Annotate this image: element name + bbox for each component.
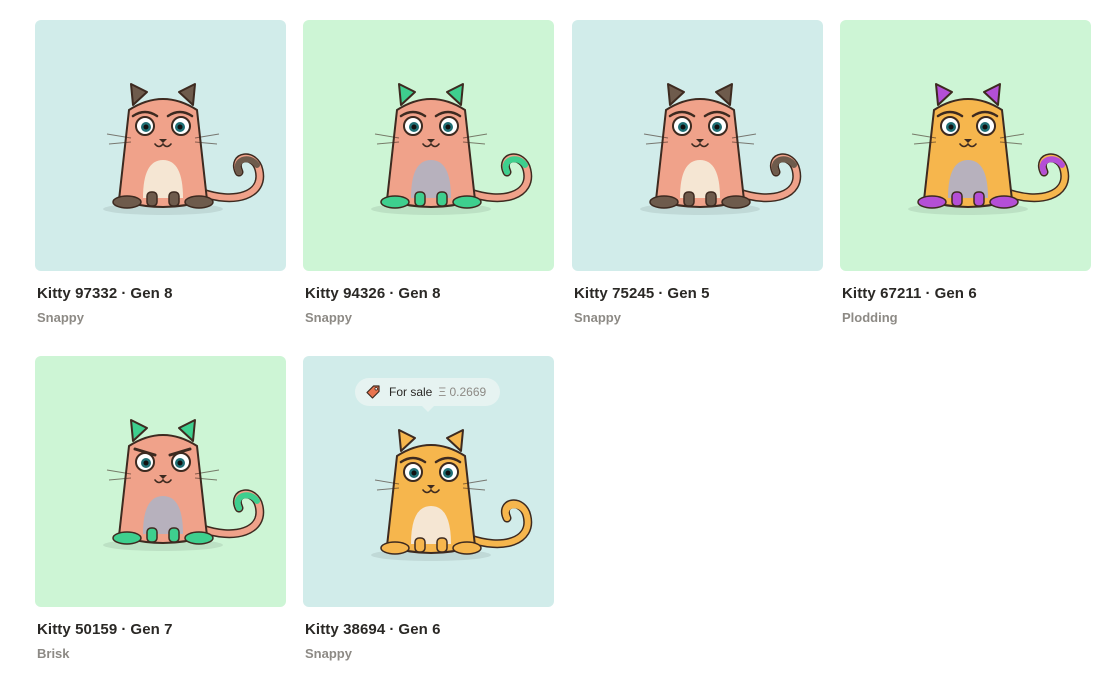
kitty-illustration bbox=[371, 83, 533, 215]
kitty-name: Kitty 38694 bbox=[305, 621, 386, 638]
kitty-title[interactable]: Kitty 50159 · Gen 7 bbox=[35, 621, 286, 639]
kitty-title[interactable]: Kitty 38694 · Gen 6 bbox=[303, 621, 554, 639]
kitty-cooldown: Snappy bbox=[305, 646, 352, 661]
kitty-image[interactable] bbox=[35, 20, 286, 271]
kitty-card[interactable]: Kitty 50159 · Gen 7 Brisk bbox=[35, 356, 286, 662]
kitty-title[interactable]: Kitty 67211 · Gen 6 bbox=[840, 285, 1091, 303]
title-separator: · bbox=[121, 621, 127, 638]
kitty-generation: Gen 5 bbox=[667, 285, 710, 302]
kitty-card[interactable]: Kitty 75245 · Gen 5 Snappy bbox=[572, 20, 823, 326]
kitty-image[interactable] bbox=[840, 20, 1091, 271]
kitty-generation: Gen 6 bbox=[934, 285, 977, 302]
kitty-cooldown: Brisk bbox=[37, 646, 70, 661]
kitty-card[interactable]: Kitty 94326 · Gen 8 Snappy bbox=[303, 20, 554, 326]
title-separator: · bbox=[389, 285, 395, 302]
kitty-generation: Gen 8 bbox=[398, 285, 441, 302]
kitty-illustration bbox=[640, 83, 802, 215]
kitty-cooldown: Plodding bbox=[842, 310, 898, 325]
kitty-cooldown: Snappy bbox=[37, 310, 84, 325]
kitty-card[interactable]: Kitty 97332 · Gen 8 Snappy bbox=[35, 20, 286, 326]
kitty-image[interactable] bbox=[303, 20, 554, 271]
kitty-image[interactable] bbox=[35, 356, 286, 607]
kitty-illustration bbox=[103, 419, 265, 551]
kitty-card[interactable]: Kitty 67211 · Gen 6 Plodding bbox=[840, 20, 1091, 326]
kitty-illustration bbox=[908, 83, 1070, 215]
sale-price: Ξ 0.2669 bbox=[438, 385, 487, 399]
title-separator: · bbox=[389, 621, 395, 638]
kitty-gallery: Kitty 97332 · Gen 8 Snappy Kitty 94326 · Gen… bbox=[0, 0, 1114, 682]
kitty-generation: Gen 6 bbox=[398, 621, 441, 638]
title-separator: · bbox=[658, 285, 664, 302]
kitty-title[interactable]: Kitty 97332 · Gen 8 bbox=[35, 285, 286, 303]
title-separator: · bbox=[121, 285, 127, 302]
for-sale-label: For sale bbox=[389, 385, 433, 399]
kitty-illustration bbox=[103, 83, 265, 215]
price-tag-icon bbox=[366, 385, 380, 399]
kitty-cooldown: Snappy bbox=[305, 310, 352, 325]
for-sale-badge[interactable]: For sale Ξ 0.2669 bbox=[355, 378, 501, 412]
kitty-generation: Gen 8 bbox=[130, 285, 173, 302]
kitty-title[interactable]: Kitty 94326 · Gen 8 bbox=[303, 285, 554, 303]
kitty-name: Kitty 75245 bbox=[574, 285, 655, 302]
kitty-name: Kitty 97332 bbox=[37, 285, 118, 302]
kitty-image[interactable] bbox=[572, 20, 823, 271]
kitty-name: Kitty 50159 bbox=[37, 621, 118, 638]
kitty-name: Kitty 94326 bbox=[305, 285, 386, 302]
kitty-generation: Gen 7 bbox=[130, 621, 173, 638]
kitty-image[interactable]: For sale Ξ 0.2669 bbox=[303, 356, 554, 607]
kitty-card[interactable]: For sale Ξ 0.2669 Kitty 38694 · Gen 6 Snap… bbox=[303, 356, 554, 662]
kitty-cooldown: Snappy bbox=[574, 310, 621, 325]
kitty-title[interactable]: Kitty 75245 · Gen 5 bbox=[572, 285, 823, 303]
kitty-name: Kitty 67211 bbox=[842, 285, 922, 302]
title-separator: · bbox=[925, 285, 931, 302]
